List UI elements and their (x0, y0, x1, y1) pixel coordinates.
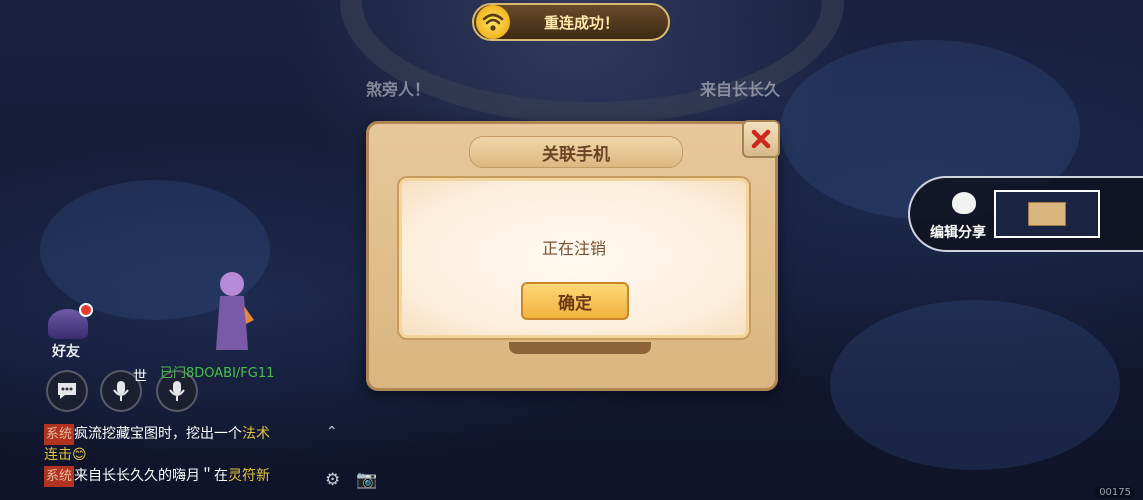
background-text-right: 来自长长久 (700, 80, 781, 99)
toast-message: 重连成功！ (544, 13, 620, 32)
chat-text: 来自长长久久的嗨月＂在 (74, 468, 229, 484)
character-sprite (210, 270, 254, 358)
chevron-up-icon[interactable]: ⌃ (326, 424, 338, 440)
chat-highlight: 法术 (242, 426, 271, 442)
chat-button[interactable] (46, 370, 88, 412)
friends-label: 好友 (52, 344, 80, 360)
background-tree (830, 300, 1120, 470)
confirm-button[interactable]: 确定 (521, 282, 629, 320)
chat-tag: 系统 (44, 466, 75, 487)
microphone-icon (113, 381, 129, 401)
reconnect-toast: 重连成功！ (472, 3, 670, 41)
close-dialog-button[interactable] (742, 120, 780, 158)
chat-log[interactable]: 系统 疯流挖藏宝图时，挖出一个法术 连击😊 系统 来自长长久久的嗨月＂在灵符新 (44, 424, 334, 487)
chat-message: 系统 来自长长久久的嗨月＂在灵符新 (44, 466, 334, 487)
world-channel-label: 世 (133, 369, 147, 385)
friends-button[interactable]: 好友 (46, 303, 96, 360)
background-text-left: 煞旁人！ (366, 80, 431, 99)
gear-icon[interactable]: ⚙ (325, 470, 340, 490)
dialog-title: 关联手机 (542, 144, 610, 165)
share-mascot-icon (952, 192, 976, 214)
wifi-icon (476, 5, 510, 39)
dialog-bottom-tab (509, 342, 651, 354)
player-name: 已门8DOABI/FG11 (160, 366, 275, 381)
dialog-status-text: 正在注销 (541, 239, 606, 258)
camera-icon[interactable]: 📷 (356, 470, 377, 490)
corner-indicator: 00175 (1095, 487, 1135, 498)
share-widget[interactable]: 编辑分享 (908, 176, 1143, 252)
link-phone-dialog: 关联手机 正在注销 确定 (366, 121, 778, 391)
close-icon (751, 129, 771, 149)
chat-text: 疯流挖藏宝图时，挖出一个 (74, 426, 243, 442)
microphone-icon (169, 381, 185, 401)
chat-tag: 系统 (44, 424, 75, 445)
share-label: 编辑分享 (930, 225, 986, 241)
chat-message: 系统 疯流挖藏宝图时，挖出一个法术连击😊 (44, 424, 334, 466)
chat-highlight: 灵符新 (228, 468, 271, 484)
dialog-title-plate: 关联手机 (469, 136, 683, 168)
chat-bubble-icon (58, 383, 76, 399)
screenshot-thumbnail[interactable] (994, 190, 1100, 238)
chat-tail: 连击😊 (44, 447, 87, 463)
thumbnail-preview (1028, 202, 1066, 226)
notification-dot (79, 303, 93, 317)
